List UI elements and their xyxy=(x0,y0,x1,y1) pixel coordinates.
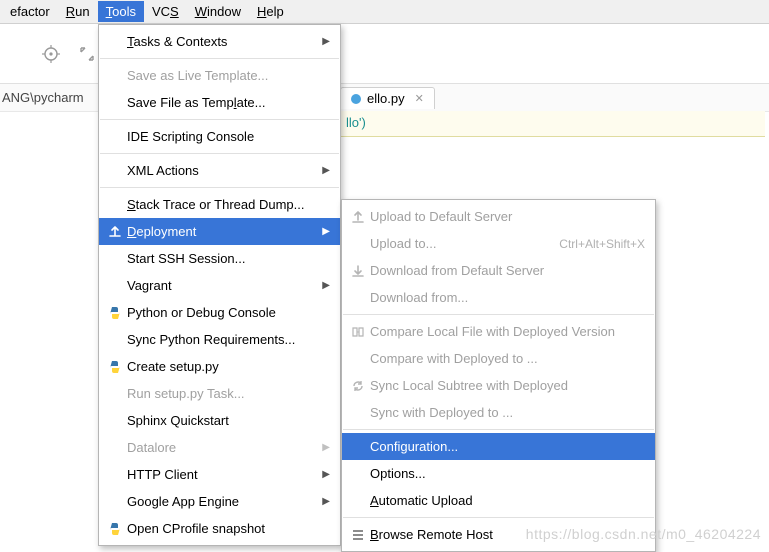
mi-tasks-contexts[interactable]: Tasks & Contexts▶ xyxy=(99,28,340,55)
mi-compare-with[interactable]: Compare with Deployed to ... xyxy=(342,345,655,372)
editor-tabs: ello.py ✕ xyxy=(340,85,765,111)
mi-sync-with[interactable]: Sync with Deployed to ... xyxy=(342,399,655,426)
separator xyxy=(100,119,339,120)
mi-vagrant[interactable]: Vagrant▶ xyxy=(99,272,340,299)
path-text: ANG\pycharm xyxy=(2,90,84,105)
tab-label: ello.py xyxy=(367,91,405,106)
mi-automatic-upload[interactable]: Automatic Upload xyxy=(342,487,655,514)
separator xyxy=(343,517,654,518)
separator xyxy=(100,58,339,59)
mi-options[interactable]: Options... xyxy=(342,460,655,487)
menu-tools[interactable]: Tools xyxy=(98,1,144,22)
mi-configuration[interactable]: Configuration... xyxy=(342,433,655,460)
editor-tab-hello[interactable]: ello.py ✕ xyxy=(340,87,435,109)
python-icon xyxy=(105,359,125,375)
mi-sync-local[interactable]: Sync Local Subtree with Deployed xyxy=(342,372,655,399)
expand-icon[interactable] xyxy=(76,43,98,65)
list-icon xyxy=(348,527,368,543)
mi-download-default[interactable]: Download from Default Server xyxy=(342,257,655,284)
mi-save-live-template[interactable]: Save as Live Template... xyxy=(99,62,340,89)
menu-refactor[interactable]: efactor xyxy=(2,1,58,22)
sync-icon xyxy=(348,378,368,394)
mi-python-console[interactable]: Python or Debug Console xyxy=(99,299,340,326)
mi-save-file-template[interactable]: Save File as Template... xyxy=(99,89,340,116)
mi-ssh[interactable]: Start SSH Session... xyxy=(99,245,340,272)
mi-ide-scripting[interactable]: IDE Scripting Console xyxy=(99,123,340,150)
separator xyxy=(100,153,339,154)
target-icon[interactable] xyxy=(40,43,62,65)
close-icon[interactable]: ✕ xyxy=(415,92,424,105)
diff-icon xyxy=(348,324,368,340)
deployment-submenu: Upload to Default Server Upload to...Ctr… xyxy=(341,199,656,552)
mi-run-setup[interactable]: Run setup.py Task... xyxy=(99,380,340,407)
mi-sphinx[interactable]: Sphinx Quickstart xyxy=(99,407,340,434)
separator xyxy=(100,187,339,188)
code-line[interactable]: llo') xyxy=(340,111,765,137)
mi-download-from[interactable]: Download from... xyxy=(342,284,655,311)
menu-help[interactable]: Help xyxy=(249,1,292,22)
mi-deployment[interactable]: Deployment▶ xyxy=(99,218,340,245)
menu-bar: efactor Run Tools VCS Window Help xyxy=(0,0,769,24)
mi-datalore[interactable]: Datalore▶ xyxy=(99,434,340,461)
mi-xml-actions[interactable]: XML Actions▶ xyxy=(99,157,340,184)
deployment-icon xyxy=(105,224,125,240)
mi-compare-local[interactable]: Compare Local File with Deployed Version xyxy=(342,318,655,345)
mi-http-client[interactable]: HTTP Client▶ xyxy=(99,461,340,488)
upload-icon xyxy=(348,209,368,225)
watermark: https://blog.csdn.net/m0_46204224 xyxy=(526,526,761,542)
mi-google-app-engine[interactable]: Google App Engine▶ xyxy=(99,488,340,515)
mi-create-setup[interactable]: Create setup.py xyxy=(99,353,340,380)
mi-sync-requirements[interactable]: Sync Python Requirements... xyxy=(99,326,340,353)
separator xyxy=(343,314,654,315)
mi-cprofile[interactable]: Open CProfile snapshot xyxy=(99,515,340,542)
mi-upload-to[interactable]: Upload to...Ctrl+Alt+Shift+X xyxy=(342,230,655,257)
mi-upload-default[interactable]: Upload to Default Server xyxy=(342,203,655,230)
python-file-icon xyxy=(351,94,361,104)
mi-stack-trace[interactable]: Stack Trace or Thread Dump... xyxy=(99,191,340,218)
separator xyxy=(343,429,654,430)
tools-dropdown: Tasks & Contexts▶ Save as Live Template.… xyxy=(98,24,341,546)
menu-vcs[interactable]: VCS xyxy=(144,1,187,22)
menu-window[interactable]: Window xyxy=(187,1,249,22)
editor-area: ello.py ✕ llo') xyxy=(340,85,765,137)
python-icon xyxy=(105,521,125,537)
download-icon xyxy=(348,263,368,279)
python-icon xyxy=(105,305,125,321)
menu-run[interactable]: Run xyxy=(58,1,98,22)
